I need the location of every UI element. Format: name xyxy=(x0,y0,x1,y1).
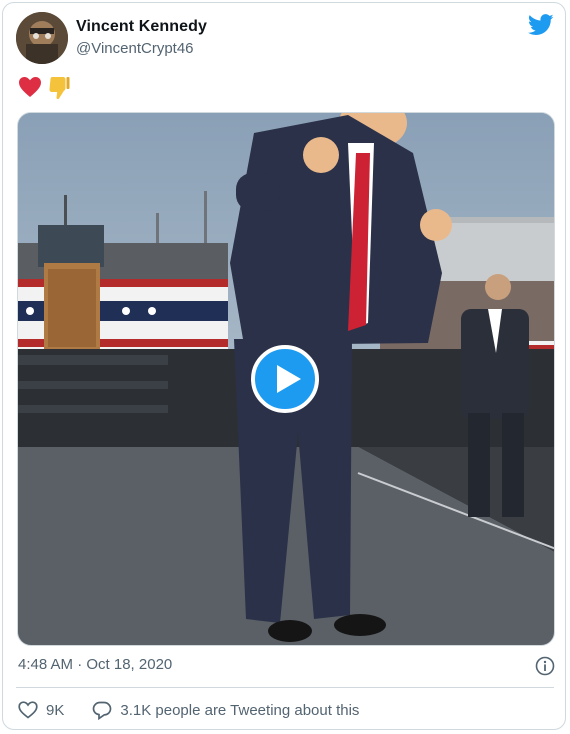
conversation-text: 3.1K people are Tweeting about this xyxy=(120,701,360,719)
reply-bubble-icon xyxy=(93,701,112,720)
play-icon xyxy=(277,365,301,393)
conversation-link[interactable]: 3.1K people are Tweeting about this xyxy=(92,701,359,720)
author-handle[interactable]: @VincentCrypt46 xyxy=(76,40,194,57)
play-button[interactable] xyxy=(251,345,319,413)
author-name[interactable]: Vincent Kennedy xyxy=(76,18,207,36)
info-icon[interactable] xyxy=(535,656,555,676)
tweet-actions: 9K 3.1K people are Tweeting about this xyxy=(18,699,359,721)
like-button[interactable]: 9K xyxy=(18,701,64,719)
tweet-text-emojis xyxy=(18,76,70,100)
divider xyxy=(16,687,554,688)
twitter-bird-icon[interactable] xyxy=(528,14,554,36)
thumbs-down-icon xyxy=(49,77,70,100)
like-count: 9K xyxy=(46,701,65,719)
red-heart-icon xyxy=(19,77,41,97)
tweet-timestamp[interactable]: 4:48 AM · Oct 18, 2020 xyxy=(18,656,172,673)
video-player[interactable] xyxy=(17,112,555,646)
author-avatar[interactable] xyxy=(16,12,68,64)
like-heart-icon xyxy=(18,701,38,719)
